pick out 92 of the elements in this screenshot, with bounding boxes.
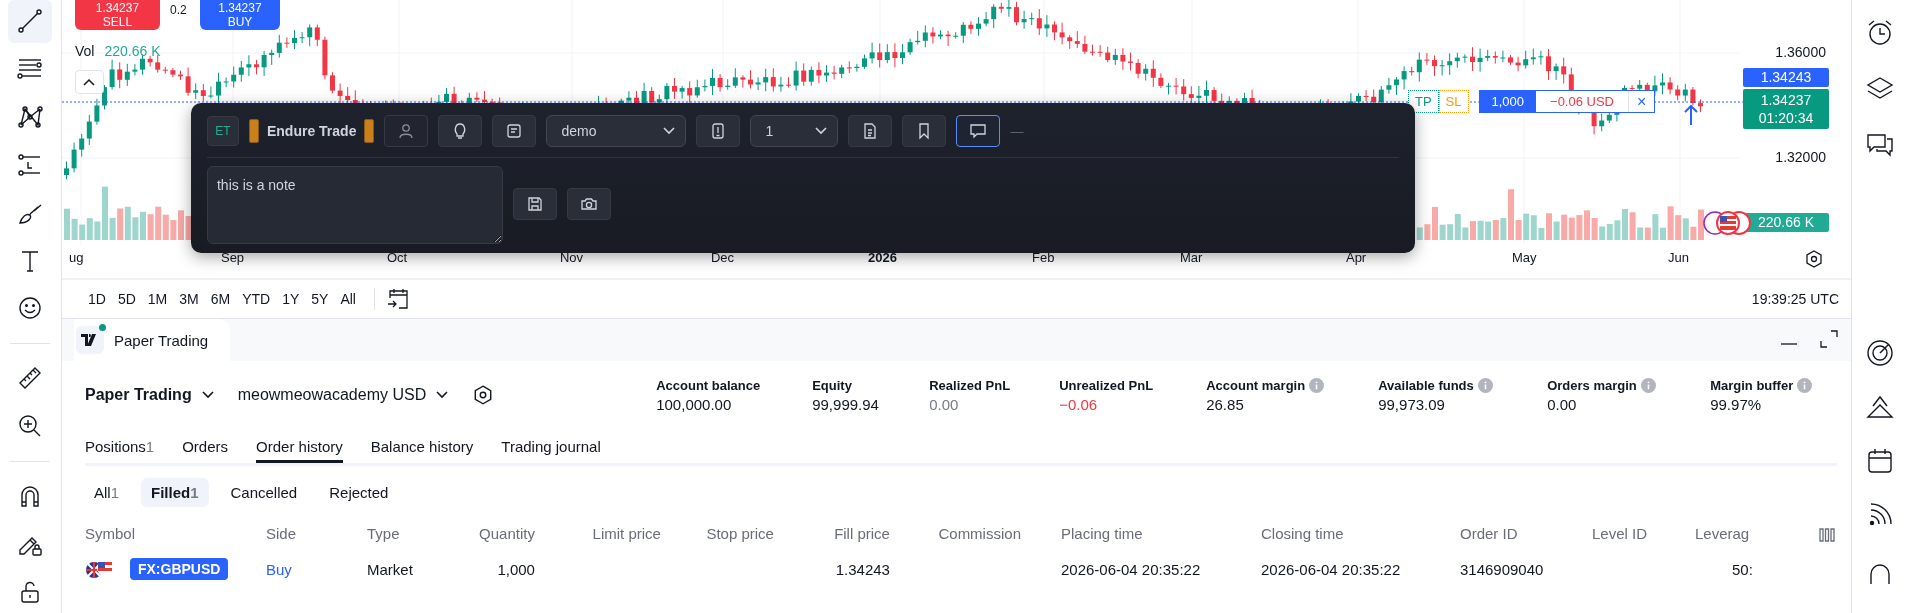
stat-label: Realized PnL xyxy=(929,377,1011,393)
stat-value: 0.00 xyxy=(1547,395,1578,413)
table-cell-text: 1.34243 xyxy=(834,561,891,578)
price-axis-label: 1.36000 xyxy=(1774,44,1826,60)
volume-value: 220.66 K xyxy=(104,43,161,59)
last-price: 1.34237 xyxy=(1759,91,1813,109)
time-axis-label: Oct xyxy=(386,250,408,265)
panel-tab[interactable]: Balance history xyxy=(370,433,474,463)
column-header[interactable]: Symbol xyxy=(84,525,266,542)
app-name: Endure Trade xyxy=(266,123,357,139)
time-axis-label: Nov xyxy=(559,250,584,265)
stat-value: 99,973.09 xyxy=(1378,395,1446,413)
time-axis-label: Feb xyxy=(1031,250,1055,265)
column-header[interactable]: Leverag xyxy=(1694,525,1765,542)
filter-chip[interactable]: Rejected xyxy=(319,478,399,507)
column-header[interactable]: Fill price xyxy=(813,525,930,542)
table-cell: 2026-06-04 20:35:22 xyxy=(1060,561,1201,578)
time-axis-label: ug xyxy=(68,250,84,265)
time-axis-label: Dec xyxy=(710,250,735,265)
position-pnl: −0.06 USD xyxy=(1549,93,1615,111)
column-header[interactable]: Limit price xyxy=(574,525,701,542)
stat-label: Margin buffer xyxy=(1710,377,1794,393)
column-header[interactable]: Closing time xyxy=(1260,525,1460,542)
time-range-button[interactable]: 1M xyxy=(141,287,174,311)
stat-label: Orders margin xyxy=(1547,377,1637,393)
volume-label: Vol xyxy=(74,43,95,59)
column-header[interactable]: Level ID xyxy=(1591,525,1695,542)
bar-countdown: 01:20:34 xyxy=(1757,109,1815,127)
time-range-button[interactable]: 5D xyxy=(111,287,142,311)
time-range-button[interactable]: 5Y xyxy=(305,287,335,311)
time-range-button[interactable]: 1D xyxy=(81,287,112,311)
stat-label: Unrealized PnL xyxy=(1059,377,1154,393)
dropdown-select[interactable]: 1 xyxy=(750,115,839,147)
dash-separator: — xyxy=(1010,123,1024,139)
clock: 19:39:25 UTC xyxy=(1751,291,1840,307)
panel-title: Paper Trading xyxy=(113,331,209,349)
bid-price-tag: 1.34243 xyxy=(1742,68,1829,87)
table-cell: 50: xyxy=(1731,561,1753,578)
panel-tab[interactable]: Paper Trading xyxy=(73,319,231,361)
panel-tab[interactable]: Orders xyxy=(182,433,229,463)
time-range-button[interactable]: All xyxy=(334,287,362,311)
stat-value: 99.97% xyxy=(1710,395,1763,413)
table-cell: Market xyxy=(366,561,413,578)
app-logo: ET xyxy=(206,116,239,146)
stat-label: Available funds xyxy=(1378,377,1474,393)
stat-value: 100,000.00 xyxy=(656,395,733,413)
close-position-button[interactable]: × xyxy=(1628,91,1655,112)
sell-button[interactable]: 1.34237 SELL xyxy=(74,0,160,30)
table-cell: Buy xyxy=(265,561,292,578)
stat-label: Account balance xyxy=(656,377,761,393)
time-range-button[interactable]: 1Y xyxy=(276,287,306,311)
time-axis-label: Apr xyxy=(1345,250,1367,265)
price-axis-label: 1.32000 xyxy=(1774,149,1826,165)
column-header[interactable]: Quantity xyxy=(467,525,575,542)
time-axis-label: Sep xyxy=(220,250,245,265)
panel-tab[interactable]: Positions1 xyxy=(84,433,155,463)
time-axis-label: Mar xyxy=(1179,250,1203,265)
stat-label: Account margin xyxy=(1206,377,1306,393)
symbol-tag[interactable]: FX:GBPUSD xyxy=(129,558,229,580)
stat-value: 0.00 xyxy=(929,395,960,413)
filter-chip[interactable]: All1 xyxy=(83,478,129,507)
spread-value: 0.2 xyxy=(169,2,188,17)
position-quantity: 1,000 xyxy=(1479,91,1537,112)
table-cell-text: 1,000 xyxy=(496,561,536,578)
filter-chip[interactable]: Cancelled xyxy=(220,478,308,507)
time-axis-label: 2026 xyxy=(867,250,897,265)
column-header[interactable]: Placing time xyxy=(1060,525,1261,542)
buy-button[interactable]: 1.34237 BUY xyxy=(199,0,280,30)
account-dropdown[interactable]: meowmeowacademy USD xyxy=(237,386,449,404)
dropdown-select[interactable]: demo xyxy=(546,115,687,147)
take-profit-button[interactable]: TP xyxy=(1407,90,1439,113)
panel-tab[interactable]: Order history xyxy=(256,433,343,463)
column-header[interactable]: Order ID xyxy=(1459,525,1592,542)
table-cell: 3146909040 xyxy=(1459,561,1544,578)
time-axis-label: May xyxy=(1511,250,1537,265)
time-range-button[interactable]: 6M xyxy=(204,287,237,311)
filter-chip[interactable]: Filled1 xyxy=(141,478,209,507)
stat-label: Equity xyxy=(812,377,852,393)
table-cell: 2026-06-04 20:35:22 xyxy=(1260,561,1401,578)
column-header[interactable]: Side xyxy=(265,525,367,542)
column-header[interactable]: Commission xyxy=(929,525,1061,542)
stat-value: 99,999.94 xyxy=(812,395,880,413)
broker-dropdown[interactable]: Paper Trading xyxy=(84,386,214,404)
panel-tab[interactable]: Trading journal xyxy=(501,433,601,463)
stat-value: −0.06 xyxy=(1059,395,1099,413)
time-range-button[interactable]: 3M xyxy=(173,287,205,311)
column-header[interactable]: Stop price xyxy=(700,525,814,542)
time-range-button[interactable]: YTD xyxy=(236,287,277,311)
time-axis-label: Jun xyxy=(1667,250,1689,265)
column-header[interactable]: Type xyxy=(366,525,468,542)
stat-value: 26.85 xyxy=(1206,395,1245,413)
note-field[interactable]: this is a note xyxy=(206,166,503,244)
